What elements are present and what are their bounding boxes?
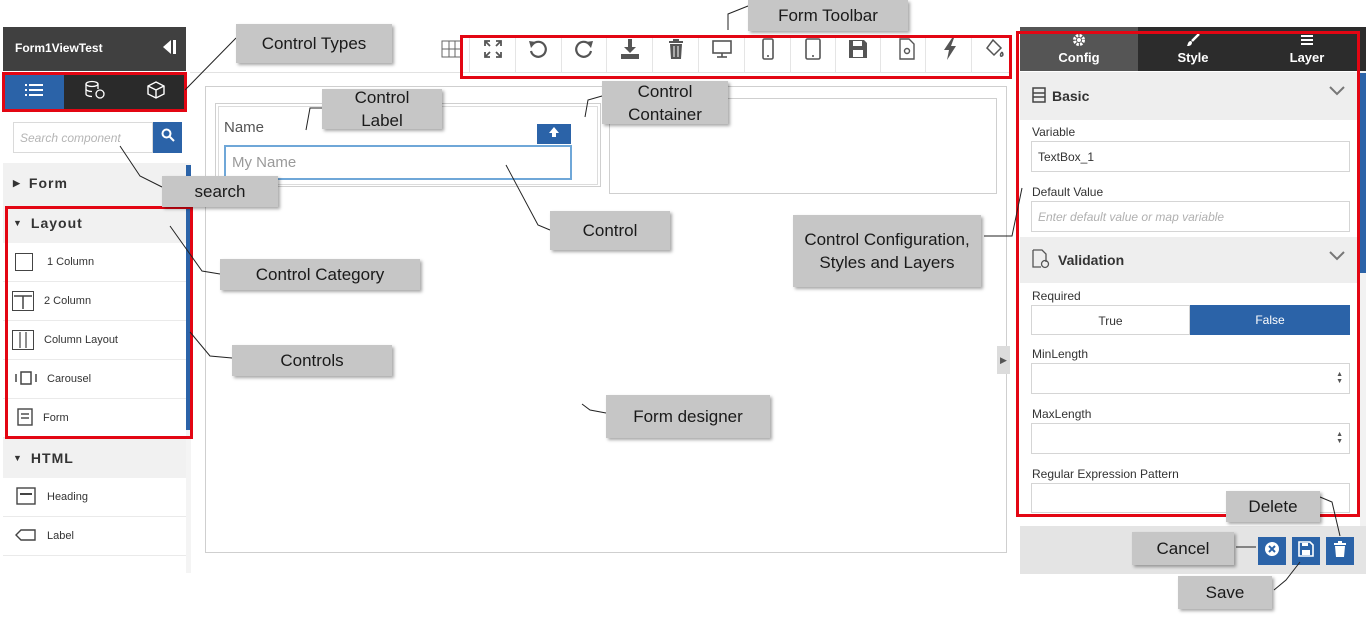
callout-control-container: Control Container: [602, 81, 728, 124]
callout-control-configuration: Control Configuration, Styles and Layers: [793, 215, 981, 287]
callout-cancel: Cancel: [1132, 532, 1234, 565]
callout-search: search: [162, 176, 278, 207]
callout-control-category: Control Category: [220, 259, 420, 290]
callout-form-toolbar: Form Toolbar: [748, 0, 908, 31]
callout-controls: Controls: [232, 345, 392, 376]
callout-delete: Delete: [1226, 491, 1320, 522]
callout-save: Save: [1178, 576, 1272, 609]
callout-form-designer: Form designer: [606, 395, 770, 438]
callout-control-label: Control Label: [322, 88, 442, 130]
callout-control-types: Control Types: [236, 24, 392, 63]
callout-control: Control: [550, 211, 670, 250]
